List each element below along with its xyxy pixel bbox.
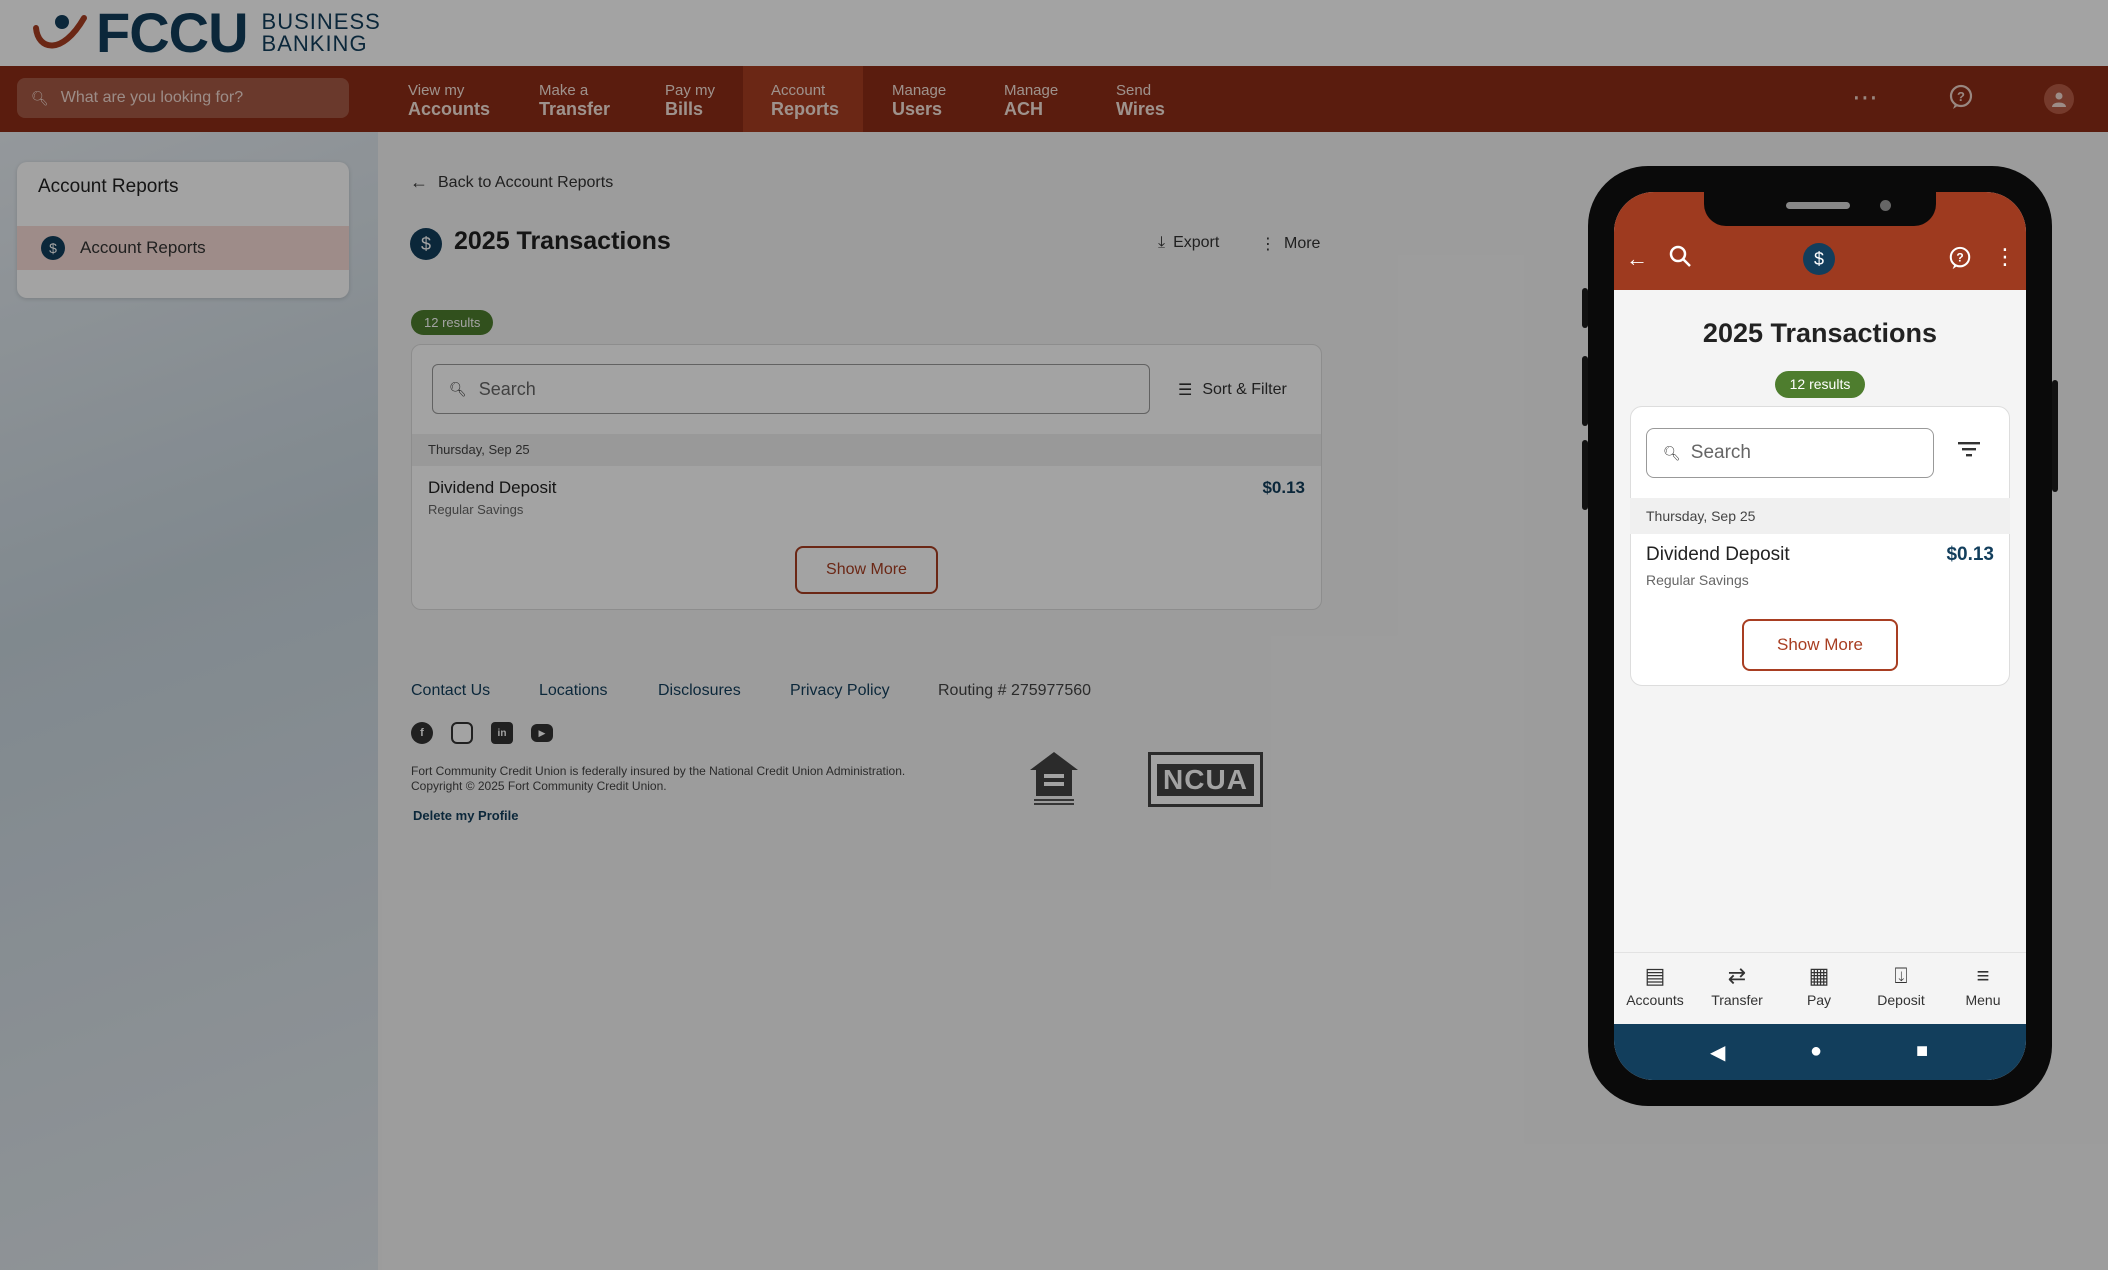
mobile-filter-icon[interactable] xyxy=(1958,438,1980,464)
mobile-tab-pay[interactable]: ▦ Pay xyxy=(1778,963,1860,1009)
more-options-icon[interactable]: ⋯ xyxy=(1852,82,1878,113)
transaction-description[interactable]: Dividend Deposit xyxy=(428,478,557,498)
search-icon: 🔍︎ xyxy=(31,89,49,106)
mobile-help-chat-icon[interactable]: ? xyxy=(1948,246,1972,276)
footer-link-disclosures[interactable]: Disclosures xyxy=(658,682,741,700)
mobile-page-title: 2025 Transactions xyxy=(1702,318,1938,348)
copyright-text: Copyright © 2025 Fort Community Credit U… xyxy=(411,779,667,793)
kebab-menu-icon: ⋮ xyxy=(1260,236,1276,253)
transaction-account: Regular Savings xyxy=(428,502,524,517)
system-home-icon[interactable]: ● xyxy=(1810,1040,1822,1063)
delete-profile-link[interactable]: Delete my Profile xyxy=(413,808,519,823)
svg-text:?: ? xyxy=(1957,89,1965,104)
phone-notch xyxy=(1704,192,1936,226)
system-recents-icon[interactable]: ■ xyxy=(1916,1040,1928,1063)
footer-link-locations[interactable]: Locations xyxy=(539,682,608,700)
phone-speaker xyxy=(1786,202,1850,209)
more-button[interactable]: ⋮ More xyxy=(1260,234,1320,254)
mobile-transaction-description[interactable]: Dividend Deposit xyxy=(1646,544,1790,566)
download-icon: ⤓ xyxy=(1158,234,1166,251)
export-button[interactable]: ⤓ Export xyxy=(1158,234,1219,252)
fccu-logo[interactable]: FCCU BUSINESS BANKING xyxy=(32,1,381,64)
date-group-header: Thursday, Sep 25 xyxy=(412,434,1321,466)
mobile-tab-transfer[interactable]: ⇄ Transfer xyxy=(1696,963,1778,1009)
help-chat-icon[interactable]: ? xyxy=(1948,84,1974,116)
sidebar xyxy=(0,132,378,1270)
routing-number: Routing # 275977560 xyxy=(938,682,1092,699)
linkedin-icon[interactable]: in xyxy=(491,722,513,744)
results-count-badge: 12 results xyxy=(411,310,494,335)
global-search-input[interactable]: 🔍︎ What are you looking for? xyxy=(17,78,349,118)
back-to-account-reports-link[interactable]: ← Back to Account Reports xyxy=(410,172,613,193)
nav-view-accounts[interactable]: View my Accounts xyxy=(388,66,510,132)
system-back-icon[interactable]: ◀ xyxy=(1710,1040,1725,1065)
mobile-results-badge: 12 results xyxy=(1775,371,1865,398)
nav-make-transfer[interactable]: Make a Transfer xyxy=(519,66,630,132)
sort-filter-button[interactable]: ☰ Sort & Filter xyxy=(1178,380,1287,400)
nav-manage-ach[interactable]: Manage ACH xyxy=(984,66,1078,132)
nav-send-wires[interactable]: Send Wires xyxy=(1096,66,1185,132)
search-icon: 🔍︎ xyxy=(1663,444,1681,461)
nav-pay-bills[interactable]: Pay my Bills xyxy=(645,66,735,132)
transfer-icon: ⇄ xyxy=(1727,963,1747,988)
filter-icon: ☰ xyxy=(1178,382,1193,399)
sidebar-title: Account Reports xyxy=(38,176,179,197)
phone-camera xyxy=(1880,200,1891,211)
youtube-icon[interactable]: ▶ xyxy=(531,724,553,742)
fccu-logo-mark-icon xyxy=(32,8,94,58)
mobile-show-more-button[interactable]: Show More xyxy=(1742,619,1898,671)
deposit-icon: ⍗ xyxy=(1894,963,1908,988)
profile-avatar-icon[interactable] xyxy=(2044,84,2074,114)
mobile-transaction-amount: $0.13 xyxy=(1946,544,1994,565)
dollar-icon: $ xyxy=(41,236,65,260)
instagram-icon[interactable] xyxy=(451,722,473,744)
brand-subline: BUSINESS BANKING xyxy=(261,9,381,56)
brand-name: FCCU xyxy=(96,1,249,64)
legal-ncua-text: Fort Community Credit Union is federally… xyxy=(411,764,906,778)
dollar-icon: $ xyxy=(410,228,442,260)
pay-icon: ▦ xyxy=(1808,963,1830,988)
mobile-preview-screen: ← $ ? ⋮ 2025 Transactions 12 results 🔍︎ … xyxy=(1614,192,2026,1080)
phone-power-button xyxy=(2052,380,2058,492)
hamburger-menu-icon: ≡ xyxy=(1976,963,1990,988)
footer-link-privacy-policy[interactable]: Privacy Policy xyxy=(790,682,890,700)
mobile-back-arrow-icon[interactable]: ← xyxy=(1626,246,1648,272)
arrow-left-icon: ← xyxy=(410,172,428,192)
transactions-search-input[interactable]: 🔍︎ Search xyxy=(432,364,1150,414)
nav-account-reports[interactable]: Account Reports xyxy=(743,66,863,132)
mobile-search-input[interactable]: 🔍︎ Search xyxy=(1646,428,1934,478)
mobile-tab-accounts[interactable]: ▤ Accounts xyxy=(1614,963,1696,1009)
mobile-tab-menu[interactable]: ≡ Menu xyxy=(1942,963,2024,1009)
mobile-date-group-header: Thursday, Sep 25 xyxy=(1630,498,2010,534)
page-title: 2025 Transactions xyxy=(454,227,671,255)
facebook-icon[interactable]: f xyxy=(411,722,433,744)
footer-link-contact-us[interactable]: Contact Us xyxy=(411,682,490,700)
nav-manage-users[interactable]: Manage Users xyxy=(872,66,966,132)
search-icon: 🔍︎ xyxy=(449,380,467,397)
mobile-transaction-account: Regular Savings xyxy=(1646,572,1749,588)
equal-housing-opportunity-icon xyxy=(1026,750,1082,806)
show-more-button[interactable]: Show More xyxy=(795,546,938,594)
transaction-amount: $0.13 xyxy=(1262,478,1305,497)
svg-text:?: ? xyxy=(1956,251,1963,265)
mobile-kebab-menu-icon[interactable]: ⋮ xyxy=(1994,244,2016,270)
mobile-tab-deposit[interactable]: ⍗ Deposit xyxy=(1860,963,1942,1009)
mobile-search-icon[interactable] xyxy=(1668,244,1692,274)
ncua-logo: NCUA xyxy=(1148,752,1263,807)
global-search-placeholder: What are you looking for? xyxy=(60,89,244,106)
mobile-dollar-icon: $ xyxy=(1803,243,1835,275)
accounts-icon: ▤ xyxy=(1644,963,1666,988)
sidebar-item-label: Account Reports xyxy=(80,238,206,257)
